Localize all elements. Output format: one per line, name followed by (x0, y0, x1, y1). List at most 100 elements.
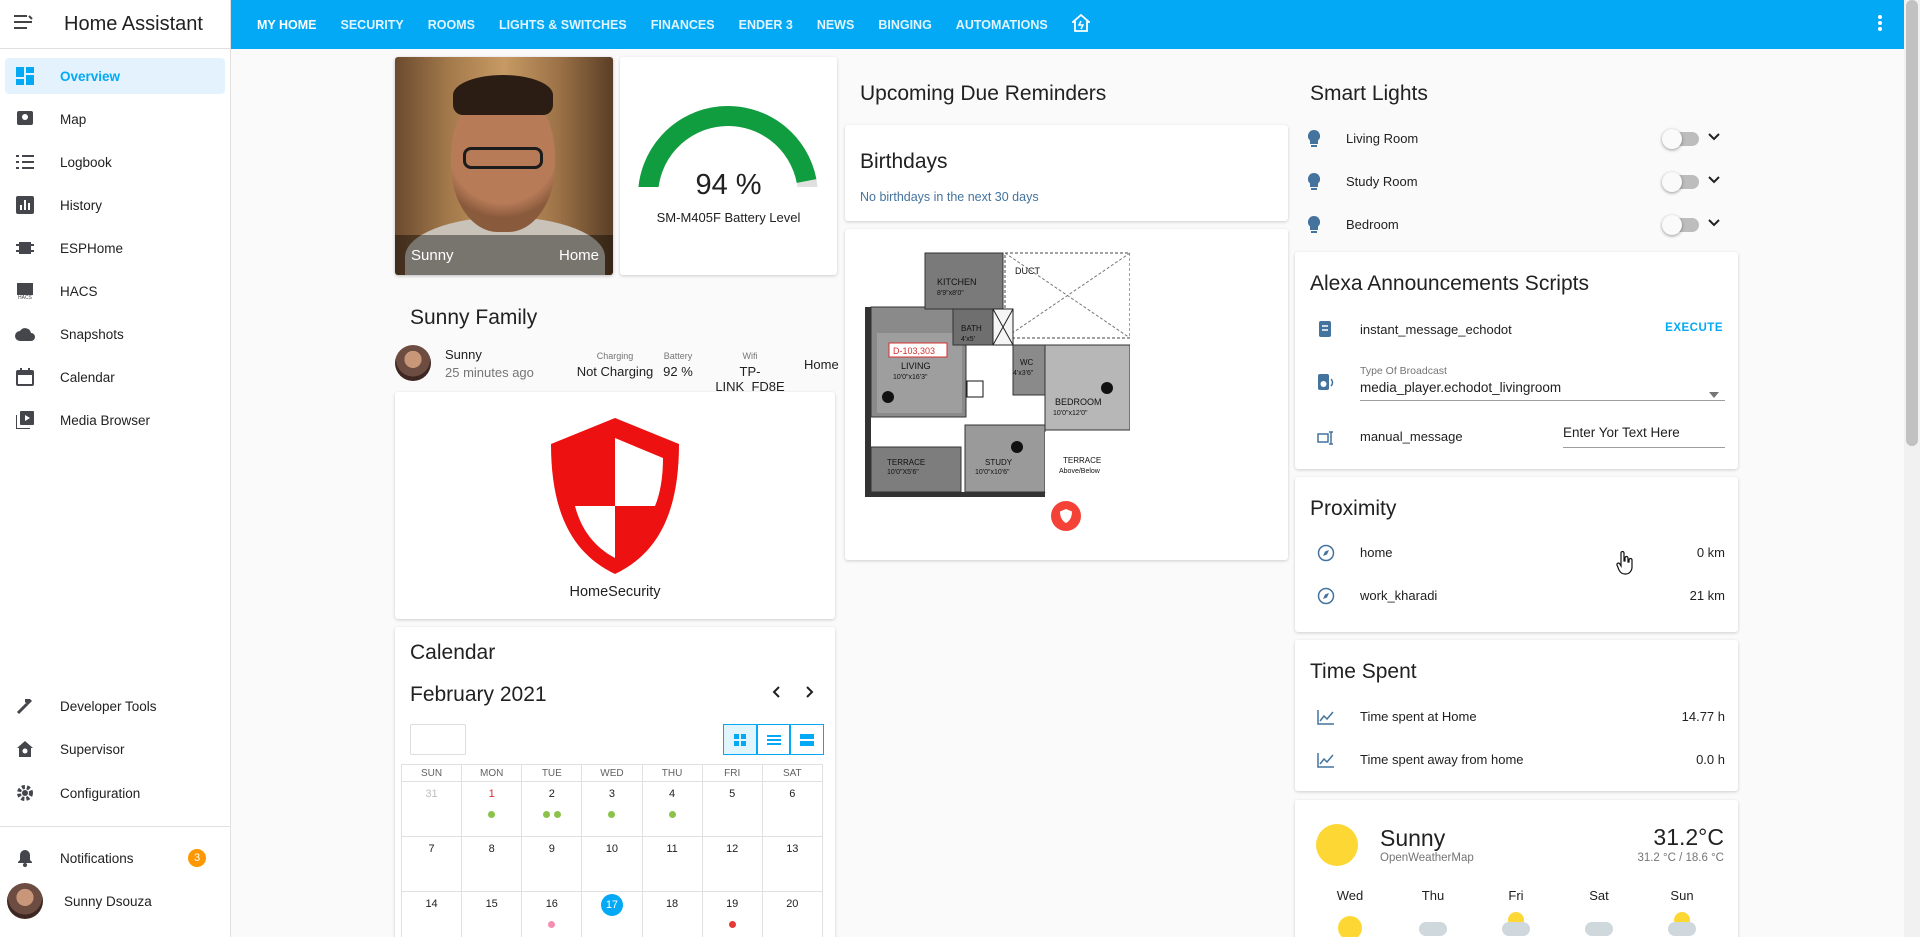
calendar-day[interactable]: 18 (641, 891, 703, 937)
tab-home-icon[interactable] (1060, 0, 1102, 49)
calendar-day[interactable]: 8 (461, 836, 523, 892)
smart-light-row[interactable]: Study Room (1298, 170, 1738, 194)
more-options-icon[interactable] (1878, 14, 1882, 37)
calendar-day[interactable]: 4 (641, 781, 703, 837)
event-dots (522, 809, 581, 821)
proximity-row[interactable]: work_kharadi 21 km (1295, 584, 1738, 608)
floorplan-alarm-button[interactable] (1051, 501, 1081, 531)
execute-button[interactable]: EXECUTE (1665, 322, 1723, 334)
forecast-partly-cloudy-icon (1502, 922, 1530, 936)
sidebar-item-esphome[interactable]: ESPHome (5, 230, 225, 266)
day-number: 7 (428, 843, 435, 855)
calendar-day[interactable]: 7 (401, 836, 463, 892)
floorplan-card[interactable]: KITCHEN 8'9"x8'0" DUCT BATH 4'x5' D-103,… (845, 229, 1288, 560)
week-view-button[interactable] (756, 724, 791, 755)
month-view-button[interactable] (723, 724, 757, 755)
calendar-day[interactable]: 17 (581, 891, 643, 937)
person-picture-card[interactable]: Sunny Home (395, 57, 613, 275)
calendar-day[interactable]: 2 (521, 781, 583, 837)
compass-icon (1316, 586, 1336, 606)
sidebar-item-developer-tools[interactable]: Developer Tools (5, 688, 225, 724)
chevron-down-icon[interactable] (1708, 130, 1720, 144)
event-dots (643, 809, 702, 821)
sidebar-header: Home Assistant (0, 0, 230, 49)
day-view-button[interactable] (790, 724, 825, 755)
calendar-day[interactable]: 15 (461, 891, 523, 937)
tab-binging[interactable]: BINGING (866, 0, 943, 49)
calendar-day[interactable]: 1 (461, 781, 523, 837)
sidebar-item-overview[interactable]: Overview (5, 58, 225, 94)
tab-ender-3[interactable]: ENDER 3 (727, 0, 805, 49)
day-number: 4 (669, 788, 676, 800)
tab-news[interactable]: NEWS (805, 0, 867, 49)
calendar-day[interactable]: 13 (761, 836, 823, 892)
calendar-week: 14 15 16 17 18 19 20 (401, 891, 830, 937)
chevron-down-icon[interactable] (1708, 173, 1720, 187)
sidebar-item-notifications[interactable]: Notifications 3 (5, 840, 225, 876)
event-dot (608, 811, 616, 818)
sidebar-item-media-browser[interactable]: Media Browser (5, 402, 225, 438)
wifi-label: Wifi (742, 351, 758, 361)
sidebar-item-supervisor[interactable]: Supervisor (5, 731, 225, 767)
calendar-day[interactable]: 31 (401, 781, 463, 837)
hammer-icon (15, 696, 35, 716)
sidebar-item-logbook[interactable]: Logbook (5, 144, 225, 180)
weather-state: Sunny (1380, 825, 1446, 851)
calendar-day[interactable]: 6 (761, 781, 823, 837)
message-input[interactable]: Enter Yor Text Here (1563, 424, 1725, 448)
light-toggle[interactable] (1662, 172, 1699, 192)
grid-icon (733, 733, 746, 746)
tab-automations[interactable]: AUTOMATIONS (944, 0, 1060, 49)
tab-security[interactable]: SECURITY (329, 0, 416, 49)
svg-text:10'0"x12'0": 10'0"x12'0" (1053, 410, 1088, 417)
next-month-icon[interactable] (803, 683, 815, 704)
calendar-day[interactable]: 3 (581, 781, 643, 837)
sidebar-item-map[interactable]: Map (5, 101, 225, 137)
calendar-day[interactable]: 10 (581, 836, 643, 892)
calendar-day[interactable]: 16 (521, 891, 583, 937)
calendar-day[interactable]: 9 (521, 836, 583, 892)
sidebar-item-hacs[interactable]: HACS HACS (5, 273, 225, 309)
event-dots (703, 919, 762, 931)
weather-card[interactable]: Sunny OpenWeatherMap 31.2°C 31.2 °C / 18… (1295, 800, 1738, 937)
scrollbar[interactable] (1904, 0, 1920, 937)
prev-month-icon[interactable] (771, 683, 783, 704)
smart-light-row[interactable]: Living Room (1298, 127, 1738, 151)
broadcast-select[interactable]: media_player.echodot_livingroom (1360, 379, 1725, 401)
tab-rooms[interactable]: ROOMS (416, 0, 487, 49)
light-toggle[interactable] (1662, 129, 1699, 149)
tab-finances[interactable]: FINANCES (639, 0, 727, 49)
sidebar-item-configuration[interactable]: Configuration (5, 775, 225, 811)
time-spent-row[interactable]: Time spent away from home 0.0 h (1295, 748, 1738, 772)
battery-gauge-card[interactable]: 94 % SM-M405F Battery Level (620, 57, 837, 275)
gear-icon (15, 783, 35, 803)
calendar-day[interactable]: 12 (701, 836, 763, 892)
calendar-day[interactable]: 19 (701, 891, 763, 937)
tab-my-home[interactable]: MY HOME (245, 0, 329, 49)
smart-light-row[interactable]: Bedroom (1298, 213, 1738, 237)
svg-text:TERRACE: TERRACE (1063, 456, 1101, 465)
chevron-down-icon[interactable] (1708, 216, 1720, 230)
proximity-row[interactable]: home 0 km (1295, 541, 1738, 565)
menu-icon[interactable] (13, 13, 37, 36)
time-spent-row[interactable]: Time spent at Home 14.77 h (1295, 705, 1738, 729)
calendar-day[interactable]: 14 (401, 891, 463, 937)
weekday-label: WED (581, 764, 643, 782)
tab-lights-switches[interactable]: LIGHTS & SWITCHES (487, 0, 639, 49)
calendar-day[interactable]: 20 (761, 891, 823, 937)
family-member-row[interactable]: Sunny 25 minutes ago Charging Not Chargi… (395, 345, 840, 394)
day-number: 13 (786, 843, 799, 855)
sidebar-item-user[interactable]: Sunny Dsouza (5, 883, 225, 919)
today-button[interactable] (410, 724, 466, 755)
security-label: HomeSecurity (569, 584, 661, 600)
scrollbar-thumb[interactable] (1906, 0, 1918, 446)
sidebar-item-history[interactable]: History (5, 187, 225, 223)
security-card[interactable]: HomeSecurity (395, 392, 835, 619)
calendar-day[interactable]: 5 (701, 781, 763, 837)
proximity-value: 21 km (1689, 588, 1725, 603)
charging-status: Charging Not Charging (575, 351, 655, 379)
sidebar-item-calendar[interactable]: Calendar (5, 359, 225, 395)
calendar-day[interactable]: 11 (641, 836, 703, 892)
light-toggle[interactable] (1662, 215, 1699, 235)
sidebar-item-snapshots[interactable]: Snapshots (5, 316, 225, 352)
